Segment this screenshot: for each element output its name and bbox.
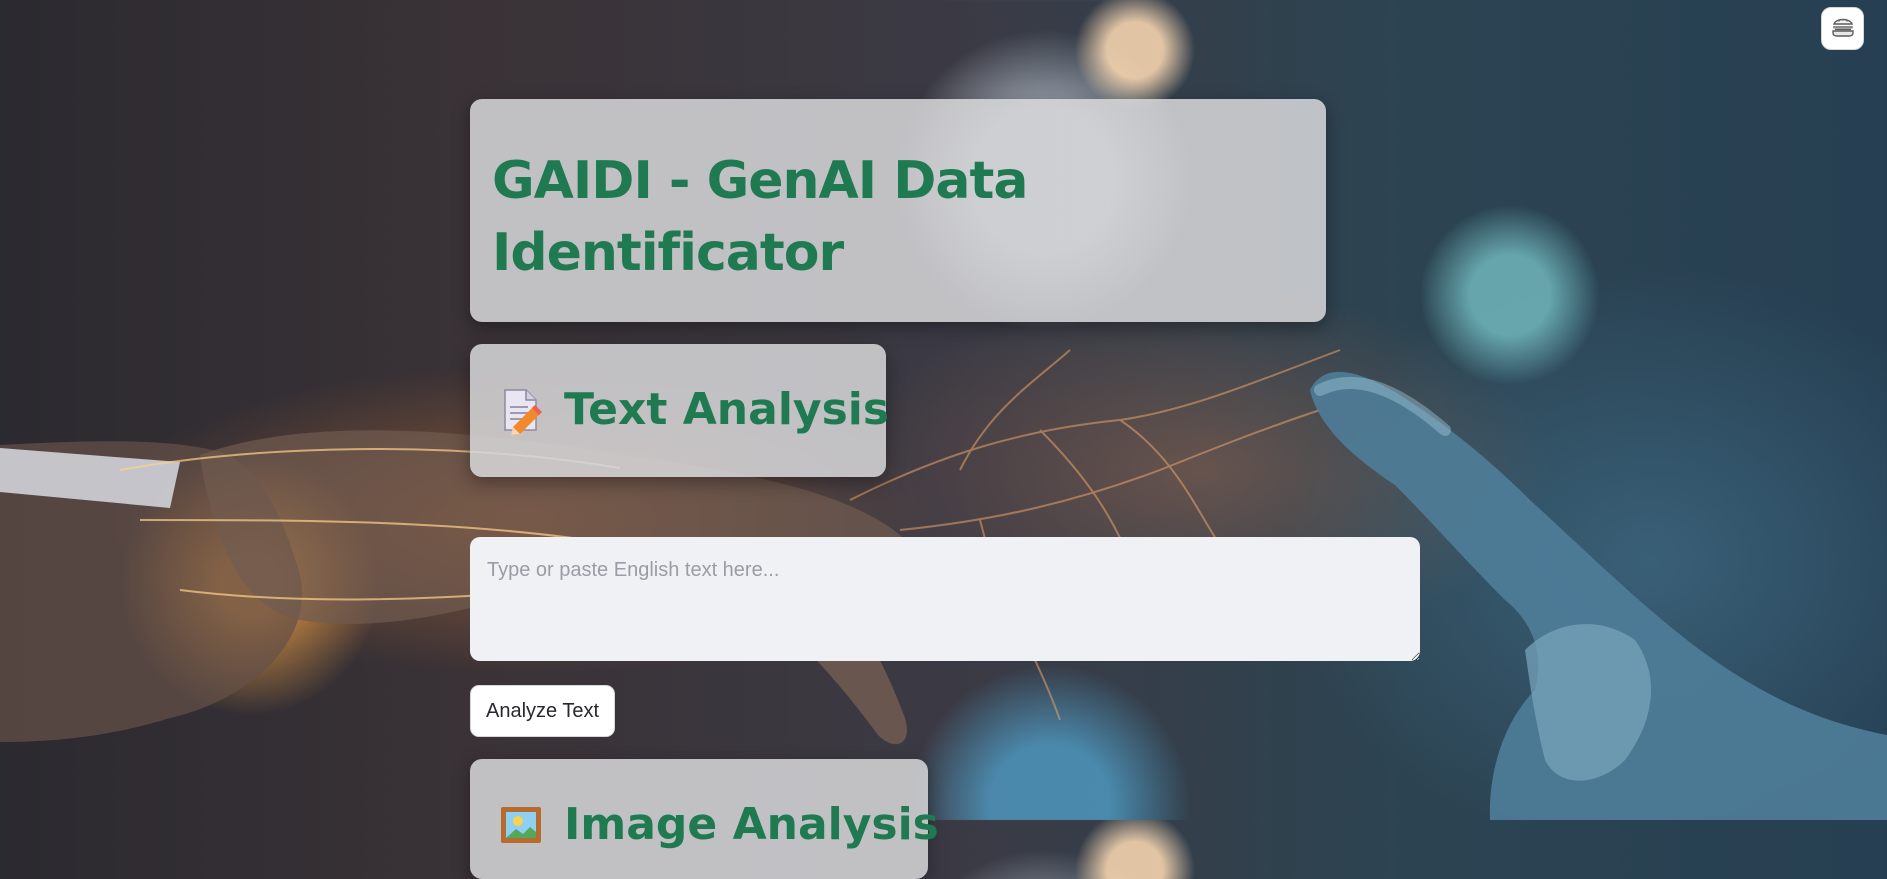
app-title-card: GAIDI - GenAI Data Identificator [470,99,1326,322]
image-analysis-heading: Image Analysis [498,797,939,853]
text-analysis-heading-label: Text Analysis [564,384,890,435]
image-analysis-heading-label: Image Analysis [564,799,939,850]
hamburger-menu-icon [1829,13,1857,44]
framed-picture-icon [498,800,544,850]
hamburger-menu-button[interactable] [1821,7,1864,50]
image-analysis-card: Image Analysis [470,759,939,879]
text-analysis-card: Text Analysis [470,344,889,477]
text-analysis-heading: Text Analysis [498,382,889,438]
memo-pencil-icon [498,385,544,435]
text-analysis-input[interactable] [470,537,1420,661]
network-glow-lines [849,349,1341,721]
analyze-text-button[interactable]: Analyze Text [470,685,615,737]
text-input-container [470,537,1420,661]
page-title: GAIDI - GenAI Data Identificator [492,151,1028,283]
